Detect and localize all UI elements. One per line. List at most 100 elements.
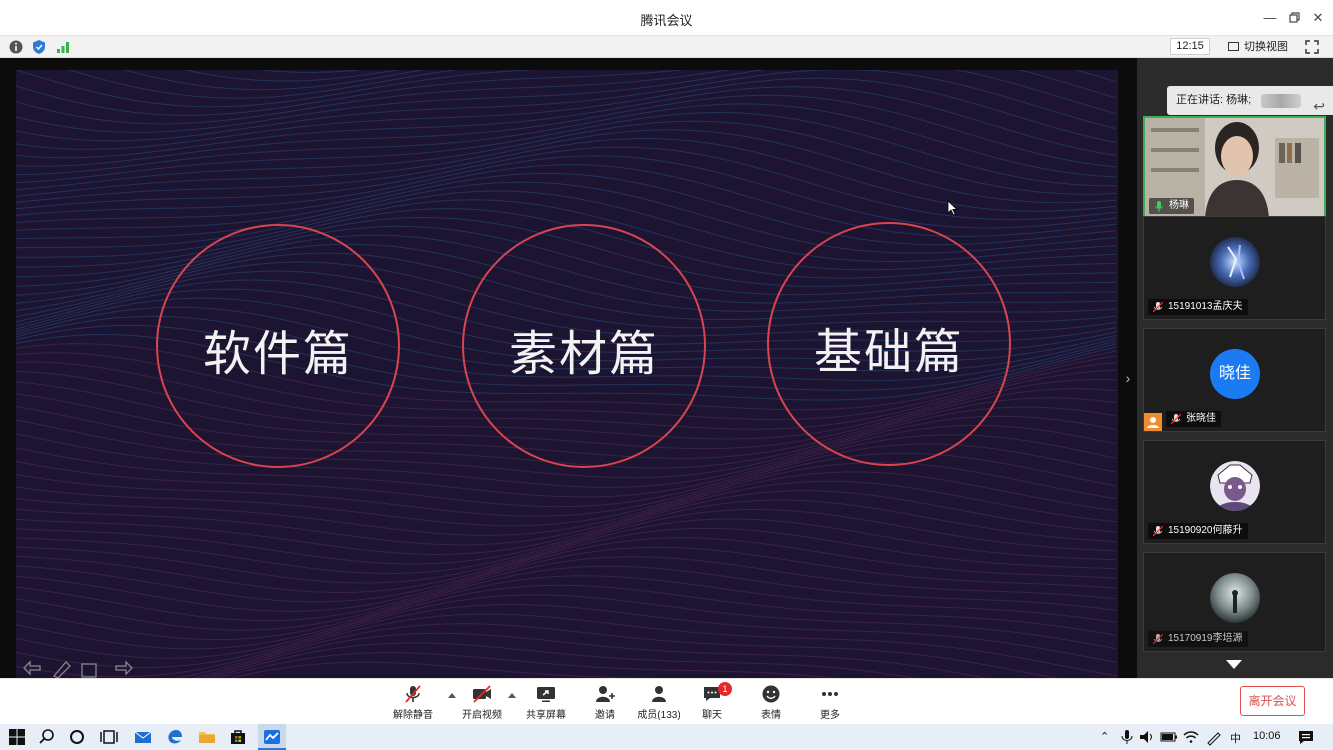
slide-tools [23, 660, 133, 678]
wave-line [16, 594, 1117, 669]
mail-icon[interactable] [134, 728, 152, 746]
participant-name-tag: 杨琳 [1149, 198, 1194, 214]
more-button[interactable]: 更多 [800, 684, 860, 722]
title-bar: 腾讯会议 — ✕ [0, 0, 1333, 36]
battery-icon[interactable] [1160, 728, 1178, 746]
pen-icon[interactable] [52, 661, 71, 678]
smiley-icon [762, 685, 780, 703]
participant-name: 15191013孟庆夫 [1168, 301, 1243, 312]
next-arrow-icon[interactable] [115, 660, 133, 676]
wave-line [192, 623, 1058, 678]
participant-tile[interactable]: 15190920何藤升 [1143, 440, 1326, 544]
switch-view-label: 切换视图 [1244, 41, 1288, 53]
taskbar-clock[interactable]: 10:06 [1253, 730, 1281, 742]
meeting-info-bar: 12:15 切换视图 [0, 36, 1333, 58]
microphone-tray-icon[interactable] [1118, 728, 1136, 746]
chat-label: 聊天 [702, 710, 722, 721]
tencent-meeting-icon [264, 730, 280, 744]
share-screen-button[interactable]: 共享屏幕 [516, 684, 576, 722]
mic-muted-icon [405, 685, 421, 703]
camera-off-icon [473, 685, 491, 703]
start-video-label: 开启视频 [462, 710, 502, 721]
invite-button[interactable]: 邀请 [575, 684, 635, 722]
window-title: 腾讯会议 [640, 13, 693, 28]
leave-meeting-button[interactable]: 离开会议 [1240, 686, 1305, 716]
wave-line [16, 120, 1117, 195]
circle-label: 基础篇 [813, 324, 964, 380]
mouse-cursor-icon [947, 200, 959, 216]
wave-line [123, 70, 425, 91]
notification-center-icon[interactable] [1297, 728, 1315, 746]
wave-line [16, 70, 1117, 116]
scroll-down-icon[interactable] [1226, 660, 1242, 669]
circle-label: 软件篇 [202, 326, 353, 382]
slide-circle-materials: 素材篇 [462, 224, 706, 468]
wave-line [16, 499, 1117, 575]
wave-line [16, 77, 1117, 150]
edge-browser-icon[interactable] [166, 728, 184, 746]
windows-start-icon[interactable] [8, 728, 26, 746]
presentation-slide: 软件篇 素材篇 基础篇 [16, 70, 1118, 678]
unmute-button[interactable]: 解除静音 [383, 684, 443, 722]
members-icon [652, 686, 666, 702]
participant-name-tag: 张晓佳 [1166, 411, 1221, 427]
wifi-icon[interactable] [1182, 728, 1200, 746]
wave-line [16, 546, 1117, 622]
participant-avatar [1210, 237, 1260, 287]
note-icon[interactable] [81, 663, 97, 678]
fullscreen-icon[interactable] [1304, 39, 1320, 55]
participant-tile[interactable]: 杨琳 [1143, 116, 1326, 220]
participants-panel: › 正在讲话: 杨琳; ↩ 杨琳 15191013孟庆夫 晓佳 张晓佳 1519… [1126, 58, 1333, 678]
wave-line [201, 632, 988, 678]
reactions-button[interactable]: 表情 [741, 684, 801, 722]
info-icon[interactable] [8, 39, 24, 55]
members-button[interactable]: 成员(133) [629, 684, 689, 722]
volume-icon[interactable] [1138, 728, 1156, 746]
tray-expand-icon[interactable]: ⌃ [1100, 730, 1109, 743]
slide-circle-software: 软件篇 [156, 224, 400, 468]
participant-tile[interactable]: 15170919李培源 [1143, 552, 1326, 652]
add-user-icon [596, 686, 615, 702]
speaking-label: 正在讲话: 杨琳; [1176, 94, 1252, 106]
mic-muted-icon [1153, 302, 1163, 313]
chat-button[interactable]: 1 聊天 [682, 682, 742, 722]
signal-icon[interactable] [55, 39, 71, 55]
store-icon[interactable] [229, 728, 247, 746]
video-options-caret-icon[interactable] [508, 693, 516, 698]
file-explorer-icon[interactable] [198, 728, 216, 746]
circle-label: 素材篇 [508, 326, 659, 382]
participant-avatar-text: 晓佳 [1210, 349, 1260, 399]
pen-workspace-icon[interactable] [1205, 728, 1223, 746]
participant-tile[interactable]: 15191013孟庆夫 [1143, 216, 1326, 320]
participant-tile[interactable]: 晓佳 张晓佳 [1143, 328, 1326, 432]
wave-line [16, 70, 537, 108]
wave-line [183, 70, 399, 82]
invite-label: 邀请 [595, 710, 615, 721]
switch-view-button[interactable]: 切换视图 [1228, 39, 1288, 55]
reactions-label: 表情 [761, 710, 781, 721]
prev-arrow-icon[interactable] [23, 660, 41, 676]
collapse-panel-icon[interactable]: › [1121, 370, 1135, 388]
wave-line [16, 565, 1117, 641]
meeting-toolbar: 解除静音 开启视频 共享屏幕 邀请 成员(133) 1 聊天 表情 更多 离开会… [0, 678, 1333, 724]
minimize-icon[interactable]: — [1260, 8, 1280, 28]
task-view-icon[interactable] [100, 728, 118, 746]
participant-avatar [1210, 461, 1260, 511]
wave-line [16, 527, 1117, 603]
ime-indicator[interactable]: 中 [1230, 730, 1241, 746]
participant-name-tag: 15191013孟庆夫 [1148, 299, 1248, 315]
unmute-label: 解除静音 [393, 710, 433, 721]
search-icon[interactable] [38, 728, 56, 746]
shared-screen-area: 软件篇 素材篇 基础篇 [0, 58, 1137, 678]
participant-name-tag: 15190920何藤升 [1148, 523, 1248, 539]
speaking-indicator: 正在讲话: 杨琳; ↩ [1167, 86, 1333, 115]
start-video-button[interactable]: 开启视频 [452, 684, 512, 722]
wave-line [175, 613, 1117, 678]
mic-muted-icon [1171, 414, 1181, 425]
wave-line [216, 652, 836, 678]
host-icon [1144, 413, 1162, 431]
cortana-icon[interactable] [68, 728, 86, 746]
restore-icon[interactable] [1285, 8, 1305, 28]
shield-icon[interactable] [31, 39, 47, 55]
close-icon[interactable]: ✕ [1308, 8, 1328, 28]
